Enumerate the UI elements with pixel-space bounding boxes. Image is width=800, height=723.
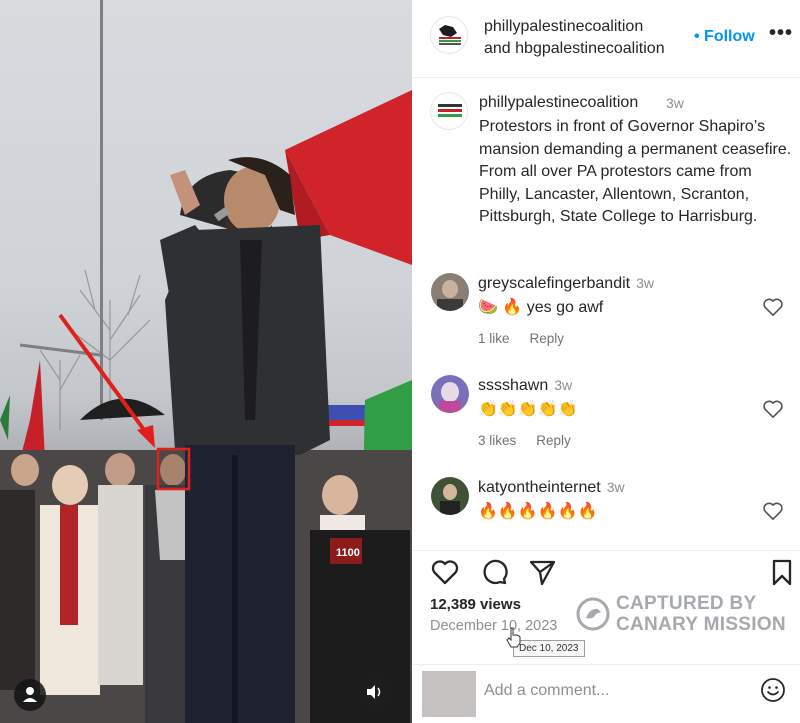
- comment-likes-count[interactable]: 1 like: [478, 331, 510, 346]
- caption-timestamp: 3w: [666, 95, 684, 111]
- coalition-logo-icon: [438, 104, 462, 117]
- comment-text: 🔥🔥🔥🔥🔥🔥: [478, 503, 598, 520]
- coalition-avatar[interactable]: [430, 16, 468, 54]
- add-comment-input[interactable]: Add a comment...: [484, 682, 609, 700]
- commenter-avatar[interactable]: [431, 477, 469, 515]
- current-user-avatar: [422, 671, 476, 717]
- date-tooltip: Dec 10, 2023: [513, 640, 585, 657]
- heart-icon[interactable]: [430, 557, 460, 587]
- user-tag-button[interactable]: [14, 679, 46, 711]
- speaker-banner-text: 1100: [336, 547, 360, 559]
- comment-reply-button[interactable]: Reply: [530, 331, 565, 346]
- commenter-username[interactable]: greyscalefingerbandit: [478, 275, 630, 292]
- comment-like-heart-icon[interactable]: [762, 501, 784, 521]
- comment-like-heart-icon[interactable]: [762, 297, 784, 317]
- caption-avatar[interactable]: [430, 92, 468, 130]
- watermark-line-1: CAPTURED BY: [616, 593, 757, 614]
- hand-cursor-icon: [506, 627, 521, 648]
- canary-logo-icon: [576, 597, 610, 631]
- user-icon: [23, 687, 37, 702]
- follow-button[interactable]: • Follow: [694, 28, 755, 46]
- avatar-image: [431, 273, 469, 311]
- bookmark-icon[interactable]: [767, 557, 797, 587]
- author-username-collab[interactable]: and hbgpalestinecoalition: [484, 38, 665, 60]
- watermark-line-2: CANARY MISSION: [616, 614, 786, 635]
- paper-plane-icon[interactable]: [527, 557, 557, 587]
- author-username-primary[interactable]: phillypalestinecoalition: [484, 16, 665, 38]
- speaker-icon: [367, 685, 381, 699]
- commenter-avatar[interactable]: [431, 273, 469, 311]
- comment-timestamp: 3w: [554, 377, 573, 393]
- commenter-avatar[interactable]: [431, 375, 469, 413]
- commenter-username[interactable]: sssshawn: [478, 377, 548, 394]
- add-comment-bar: Add a comment...: [412, 664, 800, 723]
- post-authors[interactable]: phillypalestinecoalition and hbgpalestin…: [484, 16, 665, 60]
- comment-reply-button[interactable]: Reply: [536, 433, 571, 448]
- caption-username[interactable]: phillypalestinecoalition: [479, 94, 638, 112]
- caption-text: Protestors in front of Governor Shapiro’…: [479, 118, 792, 225]
- post-panel: phillypalestinecoalition and hbgpalestin…: [412, 0, 800, 723]
- comment-item: greyscalefingerbandit 3w 🍉 🔥 yes go awf 1…: [412, 273, 800, 363]
- comment-bubble-icon[interactable]: [479, 557, 509, 587]
- comment-like-heart-icon[interactable]: [762, 399, 784, 419]
- comment-timestamp: 3w: [636, 275, 654, 291]
- smiley-icon[interactable]: [760, 677, 786, 703]
- avatar-image: [431, 477, 469, 515]
- view-count[interactable]: 12,389 views: [430, 596, 521, 613]
- more-options-button[interactable]: •••: [769, 22, 793, 45]
- post-action-bar: [412, 550, 800, 590]
- post-video[interactable]: 1100: [0, 0, 412, 723]
- capture-watermark: CAPTURED BY CANARY MISSION: [572, 591, 800, 639]
- commenter-username[interactable]: katyontheinternet: [478, 479, 601, 496]
- post-header: phillypalestinecoalition and hbgpalestin…: [412, 0, 800, 78]
- sound-toggle-button[interactable]: [358, 676, 390, 708]
- comment-item: sssshawn 3w 👏👏👏👏👏 3 likes Reply: [412, 375, 800, 465]
- coalition-logo-icon: [439, 25, 461, 45]
- comment-likes-count[interactable]: 3 likes: [478, 433, 516, 448]
- comment-text: 👏👏👏👏👏: [478, 401, 578, 418]
- comment-text: 🍉 🔥 yes go awf: [478, 299, 604, 316]
- protest-scene-illustration: 1100: [0, 0, 412, 723]
- comment-timestamp: 3w: [606, 479, 625, 495]
- post-date[interactable]: December 10, 2023: [430, 618, 557, 634]
- avatar-image: [431, 375, 469, 413]
